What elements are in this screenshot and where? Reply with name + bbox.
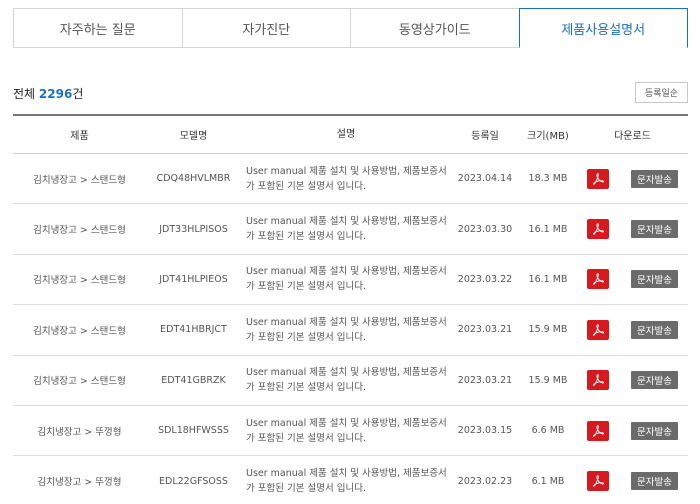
cell-download: 문자발송 <box>577 319 688 340</box>
cell-model: EDT41HBRJCT <box>160 324 227 336</box>
send-sms-button[interactable]: 문자발송 <box>631 169 678 188</box>
total-count: 전체 2296건 <box>13 85 83 102</box>
cell-size: 16.1 MB <box>528 273 568 285</box>
cell-product: 김치냉장고 > 스탠드형 <box>33 275 126 287</box>
pdf-icon[interactable] <box>587 168 609 189</box>
tab-video-guide[interactable]: 동영상가이드 <box>350 8 519 48</box>
cell-size: 6.6 MB <box>531 425 565 437</box>
table-row: 김치냉장고 > 스탠드형 EDT41HBRJCT User manual 제품 설치… <box>13 305 688 356</box>
cell-model: JDT33HLPISOS <box>159 223 228 235</box>
total-prefix: 전체 <box>13 87 39 101</box>
header-model: 모델명 <box>179 131 208 142</box>
pdf-icon[interactable] <box>587 319 609 340</box>
cell-model: SDL18HFWSSS <box>158 425 229 437</box>
send-sms-button[interactable]: 문자발송 <box>631 371 678 390</box>
cell-download: 문자발송 <box>577 219 688 240</box>
cell-description: User manual 제품 설치 및 사용방법, 제품보증서가 포함된 기본 … <box>246 165 447 192</box>
pdf-icon[interactable] <box>587 420 609 441</box>
tab-bar: 자주하는 질문 자가진단 동영상가이드 제품사용설명서 <box>13 8 688 48</box>
tab-user-manual[interactable]: 제품사용설명서 <box>518 8 688 48</box>
sort-by-date-button[interactable]: 등록일순 <box>635 82 688 103</box>
table-body: 김치냉장고 > 스탠드형 CDQ48HVLMBR User manual 제품 설치… <box>13 154 688 504</box>
cell-size: 15.9 MB <box>528 374 568 386</box>
table-row: 김치냉장고 > 뚜껑형 SDL18HFWSSS User manual 제품 설치 … <box>13 406 688 457</box>
cell-size: 18.3 MB <box>528 173 568 185</box>
table-row: 김치냉장고 > 스탠드형 JDT41HLPIEOS User manual 제품 설… <box>13 255 688 306</box>
table-row: 김치냉장고 > 스탠드형 JDT33HLPISOS User manual 제품 설… <box>13 204 688 255</box>
cell-date: 2023.03.22 <box>457 273 513 285</box>
header-download: 다운로드 <box>614 131 651 142</box>
cell-download: 문자발송 <box>577 269 688 290</box>
header-size: 크기(MB) <box>527 131 569 142</box>
pdf-icon[interactable] <box>587 269 609 290</box>
cell-product: 김치냉장고 > 스탠드형 <box>33 174 126 186</box>
cell-description: User manual 제품 설치 및 사용방법, 제품보증서가 포함된 기본 … <box>246 468 447 495</box>
cell-product: 김치냉장고 > 스탠드형 <box>33 225 126 237</box>
table-row: 김치냉장고 > 스탠드형 CDQ48HVLMBR User manual 제품 설치… <box>13 154 688 205</box>
cell-product: 김치냉장고 > 뚜껑형 <box>37 477 122 489</box>
total-suffix: 건 <box>72 87 84 101</box>
table-row: 김치냉장고 > 스탠드형 EDT41GBRZK User manual 제품 설치 … <box>13 356 688 406</box>
cell-description: User manual 제품 설치 및 사용방법, 제품보증서가 포함된 기본 … <box>246 417 447 444</box>
cell-description: User manual 제품 설치 및 사용방법, 제품보증서가 포함된 기본 … <box>246 316 447 343</box>
cell-download: 문자발송 <box>577 420 688 441</box>
pdf-icon[interactable] <box>587 219 609 240</box>
header-description: 설명 <box>336 129 356 140</box>
cell-size: 16.1 MB <box>528 223 568 235</box>
cell-model: EDT41GBRZK <box>161 374 226 386</box>
cell-model: CDQ48HVLMBR <box>156 173 231 185</box>
cell-download: 문자발송 <box>577 168 688 189</box>
table-header: 제품 모델명 설명 등록일 크기(MB) 다운로드 <box>13 116 688 154</box>
cell-description: User manual 제품 설치 및 사용방법, 제품보증서가 포함된 기본 … <box>246 266 447 293</box>
manual-table: 제품 모델명 설명 등록일 크기(MB) 다운로드 김치냉장고 > 스탠드형 CD… <box>13 114 688 504</box>
pdf-icon[interactable] <box>587 370 609 391</box>
header-product: 제품 <box>70 131 89 142</box>
cell-size: 15.9 MB <box>528 324 568 336</box>
send-sms-button[interactable]: 문자발송 <box>631 320 678 339</box>
cell-date: 2023.03.30 <box>457 223 513 235</box>
send-sms-button[interactable]: 문자발송 <box>631 270 678 289</box>
cell-date: 2023.03.21 <box>457 374 513 386</box>
tab-faq[interactable]: 자주하는 질문 <box>13 8 182 48</box>
send-sms-button[interactable]: 문자발송 <box>631 421 678 440</box>
table-row: 김치냉장고 > 뚜껑형 EDL22GFSOSS User manual 제품 설치 … <box>13 456 688 504</box>
cell-product: 김치냉장고 > 스탠드형 <box>33 376 126 388</box>
cell-download: 문자발송 <box>577 471 688 492</box>
cell-model: EDL22GFSOSS <box>159 475 228 487</box>
cell-description: User manual 제품 설치 및 사용방법, 제품보증서가 포함된 기본 … <box>246 216 447 243</box>
header-date: 등록일 <box>471 131 499 142</box>
cell-description: User manual 제품 설치 및 사용방법, 제품보증서가 포함된 기본 … <box>246 367 447 394</box>
pdf-icon[interactable] <box>587 471 609 492</box>
tab-self-diagnosis[interactable]: 자가진단 <box>181 8 350 48</box>
cell-date: 2023.03.21 <box>457 324 513 336</box>
cell-size: 6.1 MB <box>531 475 565 487</box>
send-sms-button[interactable]: 문자발송 <box>631 472 678 491</box>
cell-product: 김치냉장고 > 스탠드형 <box>33 325 126 337</box>
cell-download: 문자발송 <box>577 370 688 391</box>
total-number: 2296 <box>38 87 73 101</box>
cell-date: 2023.04.14 <box>457 173 513 185</box>
send-sms-button[interactable]: 문자발송 <box>631 220 678 239</box>
cell-product: 김치냉장고 > 뚜껑형 <box>37 426 122 438</box>
cell-date: 2023.03.15 <box>457 425 513 437</box>
cell-date: 2023.02.23 <box>457 475 513 487</box>
cell-model: JDT41HLPIEOS <box>159 273 228 285</box>
